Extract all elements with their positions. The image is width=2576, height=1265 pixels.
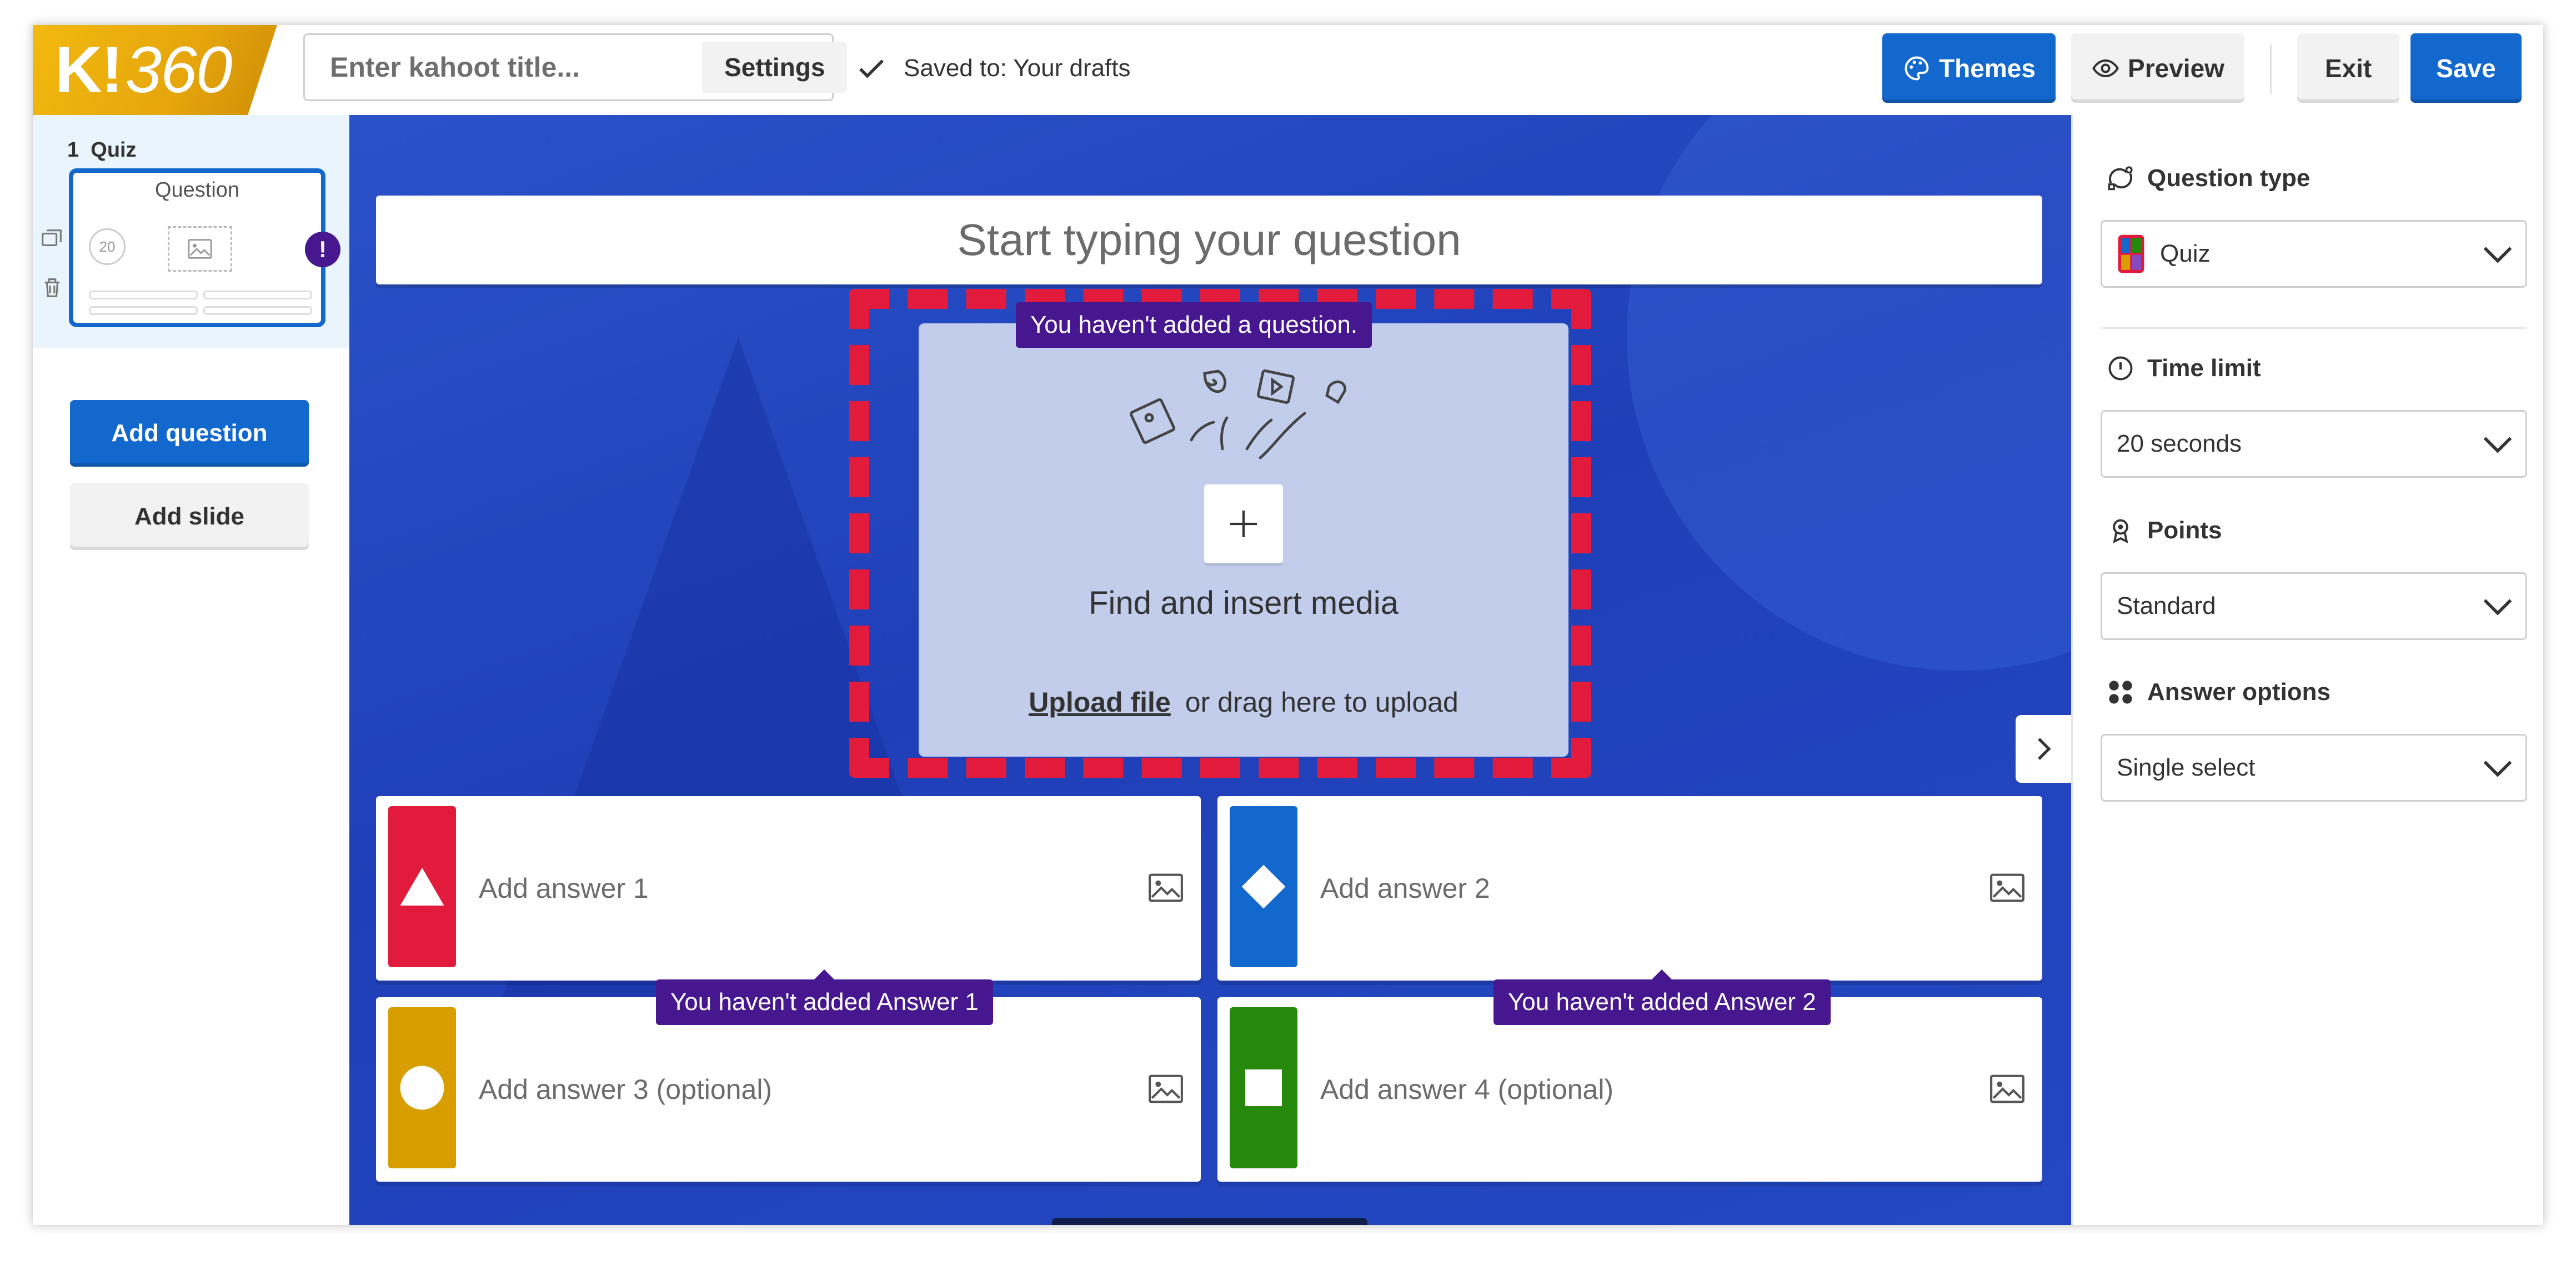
answer-card-1[interactable]: Add answer 1	[376, 796, 1201, 981]
image-icon	[188, 239, 212, 259]
diamond-icon	[1241, 864, 1286, 909]
preview-label: Preview	[2128, 53, 2224, 83]
duplicate-icon[interactable]	[39, 226, 65, 252]
preview-button[interactable]: Preview	[2071, 33, 2244, 103]
chevron-down-icon	[2483, 599, 2512, 616]
collapse-panel-button[interactable]	[2016, 715, 2071, 783]
points-heading: Points	[2106, 516, 2222, 545]
award-icon	[2113, 519, 2128, 544]
thumbnail-answer	[203, 291, 312, 299]
question-canvas: Find and insert media Upload file or drag…	[349, 115, 2071, 1225]
save-button[interactable]: Save	[2410, 33, 2522, 103]
time-limit-heading: Time limit	[2106, 354, 2261, 383]
thumbnail-answer	[89, 306, 198, 315]
thumbnail-title: Question	[154, 178, 240, 202]
exit-button[interactable]: Exit	[2297, 33, 2399, 103]
palette-icon	[1905, 56, 1929, 80]
slide-number: 1	[67, 138, 79, 162]
question-type-heading: Question type	[2106, 164, 2310, 193]
media-title: Find and insert media	[1089, 585, 1399, 621]
slide-label: 1 Quiz	[67, 138, 137, 162]
question-type-select[interactable]: Quiz	[2101, 220, 2527, 288]
chevron-down-icon	[2483, 247, 2512, 263]
themes-button[interactable]: Themes	[1882, 33, 2056, 103]
thumbnail-answer	[89, 291, 198, 299]
media-illustration-icon	[1130, 369, 1346, 459]
answer-2-missing-tooltip: You haven't added Answer 2	[1494, 969, 1831, 1025]
question-missing-tooltip: You haven't added a question.	[1016, 302, 1372, 348]
answer-1-color	[388, 806, 456, 967]
answer-2-color	[1230, 806, 1297, 967]
image-icon[interactable]	[1147, 1072, 1184, 1106]
points-label: Points	[2147, 517, 2222, 544]
trash-icon[interactable]	[39, 275, 65, 301]
logo-suffix: 360	[125, 33, 233, 107]
question-type-icon	[2108, 166, 2133, 191]
kahoot-title-field: Settings	[303, 33, 848, 101]
bottom-toolbar-stub	[1052, 1218, 1367, 1225]
answer-options-select[interactable]: Single select	[2101, 734, 2527, 802]
image-icon[interactable]	[1989, 871, 2026, 904]
slide-thumbnail[interactable]: Question 20	[69, 168, 325, 327]
slides-sidebar: 1 Quiz Question 20 ! Add question Add sl…	[33, 115, 351, 1225]
triangle-icon	[400, 867, 444, 906]
square-icon	[1245, 1069, 1282, 1106]
media-dropzone[interactable]: Find and insert media Upload file or drag…	[919, 323, 1568, 757]
kahoot-360-logo[interactable]: K! 360	[33, 25, 277, 115]
answer-3-color	[388, 1007, 456, 1168]
circle-icon	[400, 1066, 444, 1110]
chevron-right-icon	[2038, 738, 2051, 760]
answer-options-icon	[2109, 681, 2132, 704]
question-field	[376, 196, 2042, 284]
slide-type: Quiz	[91, 138, 137, 162]
answer-1-input[interactable]: Add answer 1	[479, 796, 649, 981]
question-settings-panel: Question type Quiz Time limit 20 seconds	[2071, 115, 2543, 1225]
logo-main: K!	[55, 33, 123, 107]
answer-card-2[interactable]: Add answer 2	[1217, 796, 2042, 981]
add-media-button[interactable]	[1204, 484, 1283, 563]
points-value: Standard	[2117, 592, 2216, 619]
chevron-down-icon	[2483, 761, 2512, 777]
add-question-button[interactable]: Add question	[70, 400, 309, 467]
answer-options-heading: Answer options	[2106, 678, 2331, 707]
points-select[interactable]: Standard	[2101, 572, 2527, 640]
time-limit-select[interactable]: 20 seconds	[2101, 410, 2527, 478]
question-input[interactable]	[376, 214, 2042, 266]
chevron-down-icon	[2483, 437, 2512, 453]
question-type-label: Question type	[2147, 164, 2311, 192]
image-icon[interactable]	[1989, 1072, 2026, 1106]
thumbnail-timer: 20	[89, 228, 126, 265]
answer-2-input[interactable]: Add answer 2	[1320, 796, 1490, 981]
clock-icon	[2108, 356, 2133, 381]
time-limit-value: 20 seconds	[2117, 430, 2242, 457]
save-status-text: Saved to: Your drafts	[904, 54, 1131, 82]
quiz-type-icon	[2118, 234, 2144, 273]
answer-4-color	[1230, 1007, 1297, 1168]
image-icon[interactable]	[1147, 871, 1184, 904]
save-status: Saved to: Your drafts	[855, 52, 1131, 85]
answer-options-value: Single select	[2117, 754, 2256, 781]
upload-line: Upload file or drag here to upload	[919, 686, 1568, 718]
settings-button[interactable]: Settings	[702, 42, 848, 93]
toolbar-divider	[2270, 44, 2272, 94]
thumbnail-image-placeholder	[168, 226, 232, 272]
thumbnail-answer	[203, 306, 312, 315]
answer-options-label: Answer options	[2147, 678, 2331, 706]
top-bar: K! 360 Settings Saved to: Your drafts Th…	[33, 25, 2543, 117]
kahoot-title-input[interactable]	[305, 51, 702, 84]
upload-file-link[interactable]: Upload file	[1029, 687, 1171, 718]
checkmark-icon	[859, 59, 884, 78]
upload-hint: or drag here to upload	[1185, 687, 1459, 718]
plus-icon	[1230, 511, 1257, 537]
eye-icon	[2092, 59, 2119, 77]
warning-badge: !	[305, 232, 340, 267]
add-slide-button[interactable]: Add slide	[70, 483, 309, 550]
time-limit-label: Time limit	[2147, 354, 2261, 382]
kahoot-editor-window: K! 360 Settings Saved to: Your drafts Th…	[33, 25, 2543, 1225]
section-divider	[2101, 327, 2527, 329]
slide-list-item[interactable]: 1 Quiz Question 20 !	[33, 115, 349, 348]
question-type-value: Quiz	[2160, 240, 2211, 267]
answer-1-missing-tooltip: You haven't added Answer 1	[656, 969, 993, 1025]
themes-label: Themes	[1939, 53, 2036, 83]
